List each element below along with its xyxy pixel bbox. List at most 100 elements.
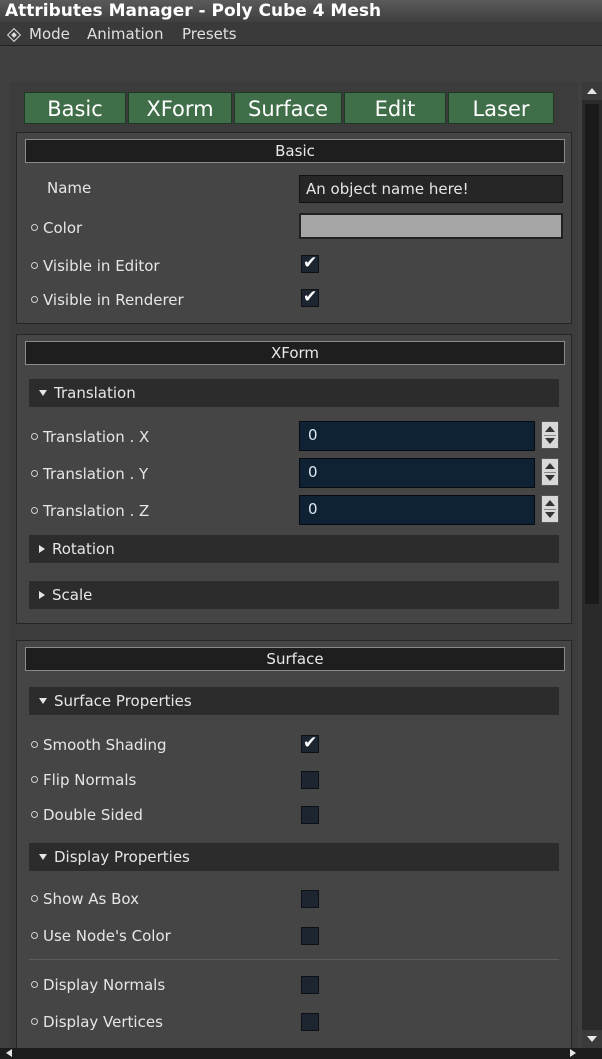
display-properties-header[interactable]: Display Properties [29, 843, 559, 871]
ty-spinner[interactable] [541, 458, 559, 486]
display-normals-label: Display Normals [43, 976, 166, 994]
rotation-header-label: Rotation [52, 540, 115, 558]
animatable-dot-icon[interactable] [31, 811, 38, 818]
horizontal-scrollbar[interactable] [0, 1048, 602, 1059]
basic-section: Basic Name An object name here! Color Vi… [16, 132, 572, 324]
name-field[interactable]: An object name here! [299, 175, 563, 203]
surface-properties-header[interactable]: Surface Properties [29, 687, 559, 715]
scale-header-label: Scale [52, 586, 93, 604]
scale-group-header[interactable]: Scale [29, 581, 559, 609]
color-row: Color [31, 219, 82, 237]
checkmark-icon: ✔ [303, 733, 318, 753]
menu-bar: Mode Animation Presets [0, 22, 602, 46]
basic-section-header[interactable]: Basic [25, 139, 565, 163]
show-as-box-label: Show As Box [43, 890, 139, 908]
smooth-shading-label: Smooth Shading [43, 736, 167, 754]
use-node-color-row: Use Node's Color [31, 927, 171, 945]
color-swatch[interactable] [299, 213, 563, 239]
ty-input[interactable]: 0 [299, 458, 535, 488]
visible-renderer-row: Visible in Renderer [31, 291, 184, 309]
tx-label: Translation . X [43, 428, 150, 446]
diamond-icon[interactable] [6, 27, 22, 43]
tz-input[interactable]: 0 [299, 495, 535, 525]
scroll-left-icon[interactable] [6, 1049, 12, 1057]
checkmark-icon: ✔ [303, 287, 318, 307]
visible-renderer-checkbox[interactable]: ✔ [301, 287, 319, 307]
smooth-shading-row: Smooth Shading [31, 736, 167, 754]
divider [29, 959, 559, 960]
tx-row: Translation . X [31, 428, 149, 446]
animatable-dot-icon[interactable] [31, 776, 38, 783]
surface-section-header[interactable]: Surface [25, 647, 565, 671]
triangle-right-icon [39, 544, 45, 553]
animatable-dot-icon[interactable] [31, 507, 38, 514]
use-node-color-label: Use Node's Color [43, 927, 171, 945]
show-as-box-checkbox[interactable] [301, 890, 319, 908]
tz-spinner[interactable] [541, 495, 559, 523]
tz-label: Translation . Z [43, 502, 150, 520]
visible-renderer-label: Visible in Renderer [43, 291, 184, 309]
translation-group-header[interactable]: Translation [29, 379, 559, 407]
translation-header-label: Translation [54, 384, 136, 402]
tab-basic[interactable]: Basic [24, 92, 126, 124]
arrow-up-icon[interactable] [545, 500, 555, 506]
vertical-scrollbar[interactable] [582, 82, 602, 1048]
animatable-dot-icon[interactable] [31, 1018, 38, 1025]
attributes-manager-window: Attributes Manager - Poly Cube 4 Mesh Mo… [0, 0, 602, 1059]
arrow-down-icon[interactable] [545, 512, 555, 518]
arrow-down-icon[interactable] [545, 475, 555, 481]
display-vertices-checkbox[interactable] [301, 1013, 319, 1031]
menu-presets[interactable]: Presets [182, 22, 237, 46]
visible-editor-checkbox[interactable]: ✔ [301, 253, 319, 273]
animatable-dot-icon[interactable] [31, 262, 38, 269]
menu-animation[interactable]: Animation [87, 22, 163, 46]
visible-editor-row: Visible in Editor [31, 257, 160, 275]
animatable-dot-icon[interactable] [31, 224, 38, 231]
display-normals-row: Display Normals [31, 976, 165, 994]
checkmark-icon: ✔ [303, 253, 318, 273]
double-sided-label: Double Sided [43, 806, 143, 824]
flip-normals-row: Flip Normals [31, 771, 136, 789]
surface-properties-label: Surface Properties [54, 692, 192, 710]
animatable-dot-icon[interactable] [31, 932, 38, 939]
tab-surface[interactable]: Surface [234, 92, 342, 124]
double-sided-checkbox[interactable] [301, 806, 319, 824]
tx-spinner[interactable] [541, 421, 559, 449]
rotation-group-header[interactable]: Rotation [29, 535, 559, 563]
display-normals-checkbox[interactable] [301, 976, 319, 994]
double-sided-row: Double Sided [31, 806, 143, 824]
tab-bar: Basic XForm Surface Edit Laser [24, 92, 558, 126]
use-node-color-checkbox[interactable] [301, 927, 319, 945]
display-vertices-label: Display Vertices [43, 1013, 163, 1031]
scroll-thumb[interactable] [585, 104, 599, 604]
tx-input[interactable]: 0 [299, 421, 535, 451]
flip-normals-checkbox[interactable] [301, 771, 319, 789]
show-as-box-row: Show As Box [31, 890, 139, 908]
scroll-right-icon[interactable] [570, 1049, 576, 1057]
triangle-right-icon [39, 590, 45, 599]
tab-xform[interactable]: XForm [128, 92, 232, 124]
tab-edit[interactable]: Edit [344, 92, 446, 124]
animatable-dot-icon[interactable] [31, 470, 38, 477]
animatable-dot-icon[interactable] [31, 981, 38, 988]
name-label: Name [47, 179, 92, 197]
animatable-dot-icon[interactable] [31, 895, 38, 902]
scroll-up-icon[interactable] [582, 82, 602, 100]
menu-mode[interactable]: Mode [29, 22, 70, 46]
xform-section-header[interactable]: XForm [25, 341, 565, 365]
tab-laser[interactable]: Laser [448, 92, 554, 124]
animatable-dot-icon[interactable] [31, 741, 38, 748]
smooth-shading-checkbox[interactable]: ✔ [301, 733, 319, 753]
ty-label: Translation . Y [43, 465, 149, 483]
arrow-up-icon[interactable] [545, 426, 555, 432]
surface-section: Surface Surface Properties Smooth Shadin… [16, 640, 572, 1050]
scroll-down-icon[interactable] [582, 1030, 602, 1048]
triangle-down-icon [39, 389, 47, 396]
triangle-down-icon [39, 853, 47, 860]
triangle-down-icon [39, 697, 47, 704]
animatable-dot-icon[interactable] [31, 296, 38, 303]
ty-row: Translation . Y [31, 465, 148, 483]
arrow-down-icon[interactable] [545, 438, 555, 444]
animatable-dot-icon[interactable] [31, 433, 38, 440]
arrow-up-icon[interactable] [545, 463, 555, 469]
